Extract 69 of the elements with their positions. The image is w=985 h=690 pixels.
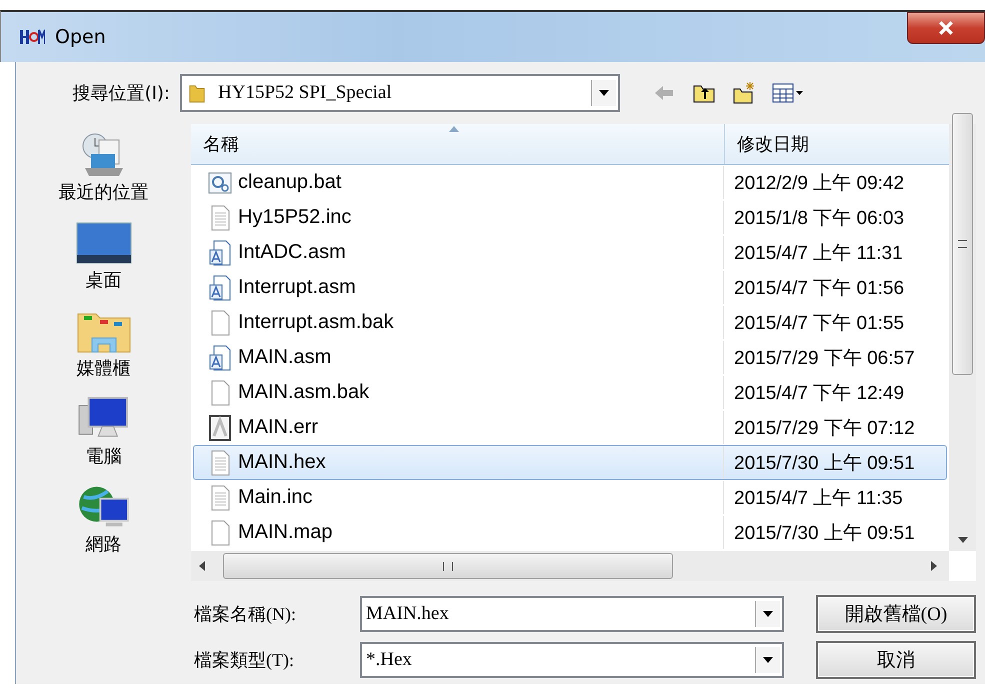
modified-date: 2015/4/7 下午 01:55: [734, 312, 904, 336]
file-name: MAIN.asm.bak: [238, 381, 370, 404]
grip-icon: [958, 240, 967, 248]
look-in-dropdown[interactable]: HY15P52 SPI_Special: [180, 74, 620, 112]
place-item[interactable]: 電腦: [76, 396, 132, 484]
file-a-icon: [208, 414, 232, 440]
modified-date: 2015/1/8 下午 06:03: [734, 206, 904, 230]
place-item[interactable]: 最近的位置: [58, 132, 148, 220]
file-name: MAIN.hex: [238, 451, 326, 474]
scroll-thumb[interactable]: [223, 553, 673, 579]
file-name: MAIN.asm: [238, 346, 332, 369]
file-name: Interrupt.asm: [238, 276, 356, 299]
file-name: IntADC.asm: [238, 241, 346, 264]
place-item[interactable]: 網路: [76, 484, 132, 572]
place-item[interactable]: 媒體櫃: [76, 308, 132, 396]
file-name: Hy15P52.inc: [238, 206, 352, 229]
file-type-label: 檔案類型(T):: [194, 649, 295, 672]
file-row[interactable]: cleanup.bat 2012/2/9 上午 09:42: [193, 165, 947, 200]
modified-date: 2015/7/29 下午 07:12: [734, 416, 915, 440]
file-row[interactable]: Interrupt.asm 2015/4/7 下午 01:56: [193, 270, 947, 305]
file-row[interactable]: IntADC.asm 2015/4/7 上午 11:31: [193, 235, 947, 270]
view-menu-icon[interactable]: [772, 81, 804, 105]
logo-icon: [19, 27, 45, 47]
file-name: Interrupt.asm.bak: [238, 311, 394, 334]
modified-date: 2015/7/30 上午 09:51: [734, 522, 915, 546]
desktop-icon: [76, 220, 132, 266]
file-name-field[interactable]: MAIN.hex: [360, 596, 784, 632]
modified-date: 2015/4/7 下午 12:49: [734, 382, 904, 406]
open-button[interactable]: 開啟舊檔(O): [816, 595, 976, 633]
grip-icon: [443, 562, 453, 570]
date-column-header[interactable]: 修改日期: [725, 124, 809, 164]
close-icon: [938, 21, 954, 35]
file-row[interactable]: MAIN.asm.bak 2015/4/7 下午 12:49: [193, 375, 947, 410]
modified-date: 2015/4/7 下午 01:56: [734, 276, 904, 300]
settings-file-icon: [208, 170, 232, 196]
file-type-dropdown[interactable]: *.Hex: [360, 642, 784, 678]
new-folder-icon[interactable]: [732, 81, 756, 105]
document-a-icon: [208, 240, 232, 266]
document-a-icon: [208, 274, 232, 300]
file-row[interactable]: Interrupt.asm.bak 2015/4/7 下午 01:55: [193, 305, 947, 340]
file-row[interactable]: MAIN.hex 2015/7/30 上午 09:51: [193, 445, 947, 480]
file-row[interactable]: MAIN.err 2015/7/29 下午 07:12: [193, 410, 947, 445]
scroll-right-icon[interactable]: [931, 561, 937, 571]
file-row[interactable]: Hy15P52.inc 2015/1/8 下午 06:03: [193, 200, 947, 235]
horizontal-scrollbar[interactable]: [191, 551, 949, 581]
file-name: Main.inc: [238, 486, 312, 509]
modified-date: 2015/4/7 上午 11:35: [734, 486, 903, 510]
scroll-left-icon[interactable]: [199, 561, 205, 571]
scroll-thumb[interactable]: [952, 112, 973, 374]
sort-arrow-icon: [449, 126, 459, 132]
modified-date: 2015/4/7 上午 11:31: [734, 242, 903, 266]
modified-date: 2015/7/30 上午 09:51: [734, 452, 915, 476]
name-column-header[interactable]: 名稱: [191, 124, 725, 164]
file-name-label: 檔案名稱(N):: [194, 603, 297, 626]
look-in-label: 搜尋位置(I):: [72, 82, 171, 105]
file-row[interactable]: MAIN.map 2015/7/30 上午 09:51: [193, 515, 947, 550]
file-row[interactable]: MAIN.asm 2015/7/29 下午 06:57: [193, 340, 947, 375]
file-row[interactable]: Main.inc 2015/4/7 上午 11:35: [193, 480, 947, 515]
document-a-icon: [208, 344, 232, 370]
place-item[interactable]: 桌面: [76, 220, 132, 308]
cancel-button[interactable]: 取消: [816, 641, 976, 679]
file-name: cleanup.bat: [238, 171, 342, 194]
scroll-down-icon[interactable]: [958, 537, 968, 543]
file-name: MAIN.err: [238, 416, 318, 439]
close-button[interactable]: [907, 12, 985, 44]
modified-date: 2012/2/9 上午 09:42: [734, 172, 904, 196]
file-name: MAIN.map: [238, 521, 332, 544]
modified-date: 2015/7/29 下午 06:57: [734, 346, 915, 370]
window-title: Open: [55, 26, 106, 48]
